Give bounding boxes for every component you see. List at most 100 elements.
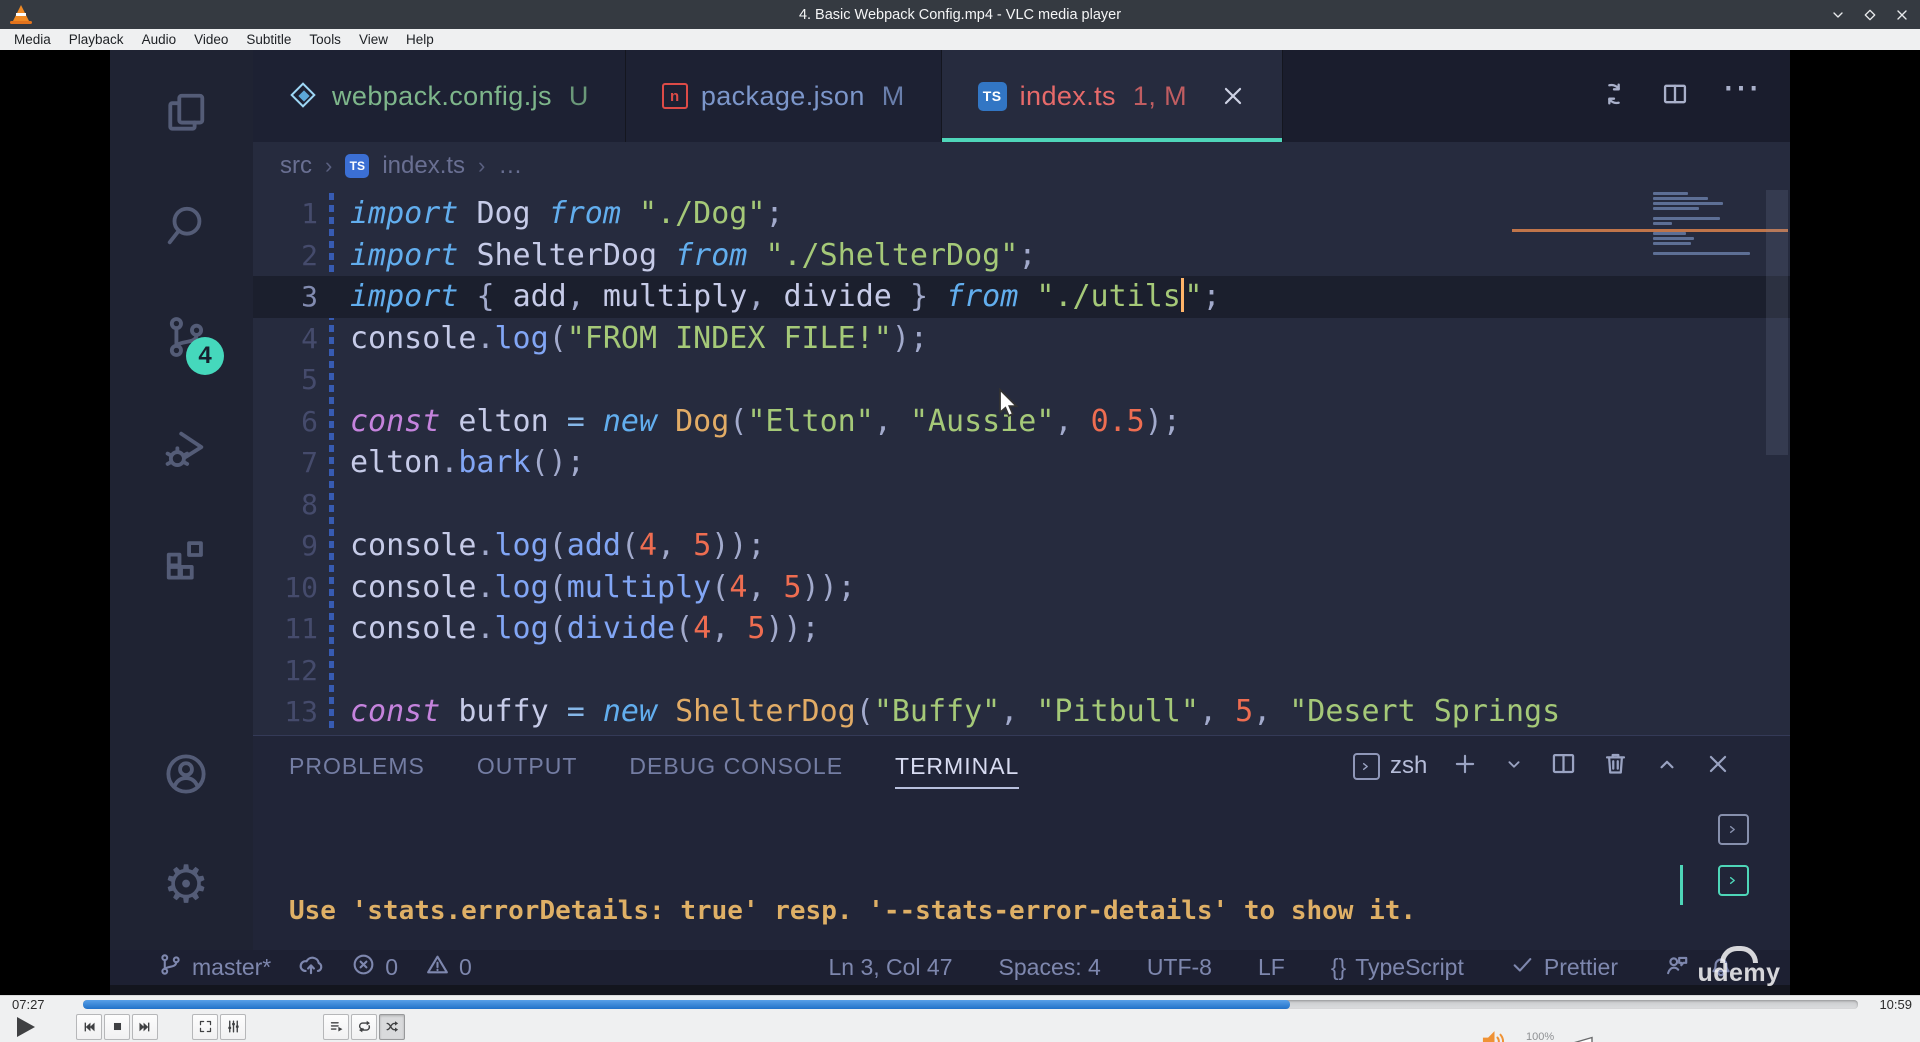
tab-label: package.json (700, 80, 865, 111)
status-prettier[interactable]: Prettier (1510, 952, 1618, 983)
random-button[interactable] (379, 1013, 405, 1040)
menu-tools[interactable]: Tools (300, 29, 350, 50)
editor-tab-bar: webpack.config.js Un package.json M TS index.… (253, 50, 1790, 142)
menu-playback[interactable]: Playback (60, 29, 133, 50)
loop-button[interactable] (351, 1013, 377, 1040)
activitybar-run-debug-icon[interactable] (158, 421, 214, 477)
activitybar-settings-gear-icon[interactable]: ⚙ (158, 857, 214, 913)
menu-help[interactable]: Help (397, 29, 443, 50)
menu-subtitle[interactable]: Subtitle (237, 29, 300, 50)
split-editor-icon[interactable] (1661, 80, 1689, 113)
line-number: 8 (301, 487, 318, 521)
terminal-instance-icon-active[interactable] (1718, 865, 1749, 896)
status-utf-8[interactable]: UTF-8 (1147, 954, 1212, 981)
code-line-9: 9 console.log(add(4, 5)); (253, 525, 1790, 567)
close-icon[interactable] (1894, 7, 1910, 23)
seek-bar-fill (83, 1000, 1290, 1009)
terminal-output[interactable]: Use 'stats.errorDetails: true' resp. '--… (289, 796, 1670, 950)
menu-video[interactable]: Video (185, 29, 237, 50)
breadcrumb-file[interactable]: index.ts (382, 152, 465, 180)
status-lf[interactable]: LF (1258, 954, 1285, 981)
line-number: 12 (284, 653, 318, 687)
previous-button[interactable] (76, 1013, 102, 1040)
volume-slider[interactable]: 100% (1517, 1031, 1593, 1042)
open-changes-icon[interactable] (1600, 80, 1628, 113)
code-lines: 1 import Dog from "./Dog"; 2 import Shelter… (253, 193, 1790, 733)
mouse-cursor (998, 387, 1024, 423)
panel-tab-terminal[interactable]: TERMINAL (895, 736, 1020, 796)
stop-button[interactable] (104, 1013, 130, 1040)
minimap-line (1653, 197, 1709, 200)
status-ln-3-col-47[interactable]: Ln 3, Col 47 (828, 954, 952, 981)
plus-icon[interactable] (1452, 751, 1478, 782)
volume-control[interactable]: 100% (1480, 1028, 1593, 1042)
speaker-icon[interactable] (1480, 1028, 1507, 1042)
source-control-badge: 4 (186, 337, 224, 375)
breadcrumb[interactable]: src › TS index.ts › … (253, 142, 1790, 190)
minimap-line (1653, 237, 1694, 240)
panel-tab-output[interactable]: OUTPUT (477, 736, 578, 796)
panel-tab-debug-console[interactable]: DEBUG CONSOLE (629, 736, 843, 796)
terminal-instance-icon[interactable] (1718, 814, 1749, 845)
maximize-icon[interactable] (1862, 7, 1878, 23)
code-line-13: 13 const buffy = new ShelterDog("Buffy", … (253, 691, 1790, 733)
tab-index.ts[interactable]: TS index.ts 1, M (941, 50, 1284, 142)
status-typescript[interactable]: {} TypeScript (1331, 954, 1464, 981)
status-bar: master* 0 0 Ln 3, Col 47 Spaces: 4 UTF-8 LF {}… (110, 950, 1790, 985)
breadcrumb-symbol[interactable]: … (498, 152, 522, 180)
status-0[interactable]: 0 (351, 952, 398, 983)
status-spaces-4[interactable]: Spaces: 4 (999, 954, 1101, 981)
line-number: 13 (284, 695, 318, 728)
code-line-2: 2 import ShelterDog from "./ShelterDog"; (253, 235, 1790, 277)
panel-tab-problems[interactable]: PROBLEMS (289, 736, 425, 796)
branch-icon (158, 952, 183, 983)
typescript-icon: TS (345, 154, 370, 178)
tab-git-status: 1, M (1132, 80, 1188, 111)
code-line-7: 7 elton.bark(); (253, 442, 1790, 484)
activitybar-extensions-icon[interactable] (158, 532, 214, 588)
menu-audio[interactable]: Audio (133, 29, 186, 50)
editor-scrollbar[interactable] (1766, 190, 1788, 455)
trash-icon[interactable] (1602, 750, 1629, 782)
activitybar-account-icon[interactable] (158, 746, 214, 802)
video-area[interactable]: 4 ⚙ webpack.config.js Un package.json M TS ind… (0, 50, 1920, 995)
tab-label: webpack.config.js (332, 80, 552, 111)
minimap-line (1653, 252, 1751, 255)
status-master-[interactable]: master* (158, 952, 271, 983)
status-0[interactable]: 0 (425, 952, 472, 983)
playlist-button[interactable] (323, 1013, 349, 1040)
shell-name: zsh (1390, 752, 1428, 779)
braces-icon: {} (1330, 954, 1347, 980)
tab-close-icon[interactable] (1220, 83, 1246, 109)
udemy-watermark-text: udemy (1697, 959, 1781, 987)
fullscreen-button[interactable] (192, 1013, 218, 1040)
status-feedback-icon[interactable] (1664, 952, 1690, 984)
tab-package.json[interactable]: n package.json M (625, 50, 942, 142)
status-cloud-upload-icon[interactable] (298, 952, 324, 984)
next-button[interactable] (132, 1013, 158, 1040)
line-number: 9 (301, 529, 318, 562)
bottom-panel: PROBLEMS OUTPUT DEBUG CONSOLE TERMINAL zsh … (253, 735, 1790, 950)
chevron-down-icon[interactable] (1503, 753, 1525, 780)
activitybar-files-icon[interactable] (158, 85, 214, 141)
menu-media[interactable]: Media (5, 29, 60, 50)
chevron-up-icon[interactable] (1654, 751, 1680, 782)
menu-view[interactable]: View (350, 29, 397, 50)
line-number: 2 (301, 238, 318, 272)
play-button[interactable] (12, 1014, 38, 1040)
activitybar-search-icon[interactable] (158, 198, 214, 254)
extended-settings-button[interactable] (220, 1013, 246, 1040)
more-actions-icon[interactable]: ⋯ (1722, 69, 1760, 107)
breadcrumb-folder[interactable]: src (280, 152, 312, 180)
udemy-watermark: udemy (1696, 946, 1782, 988)
code-editor[interactable]: 1 import Dog from "./Dog"; 2 import Shelter… (253, 190, 1790, 735)
tab-webpack.config.js[interactable]: webpack.config.js U (253, 50, 626, 142)
split-panel-icon[interactable] (1550, 750, 1577, 782)
minimize-icon[interactable] (1830, 7, 1846, 23)
seek-bar[interactable] (83, 1000, 1858, 1009)
line-number: 1 (301, 197, 318, 230)
vscode-screen: 4 ⚙ webpack.config.js Un package.json M TS ind… (110, 50, 1790, 995)
minimap[interactable] (1653, 192, 1758, 257)
shell-indicator[interactable]: zsh (1353, 752, 1427, 780)
panel-close-icon[interactable] (1705, 751, 1731, 782)
